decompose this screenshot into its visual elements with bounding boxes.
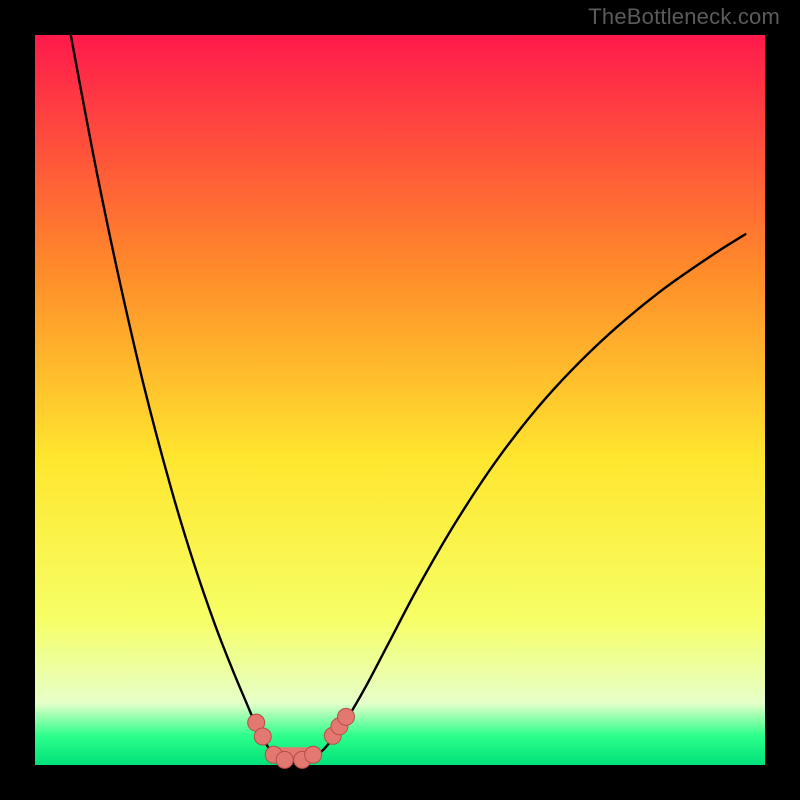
curve-marker-1	[254, 728, 271, 745]
plot-gradient-background	[35, 35, 765, 765]
curve-marker-3	[276, 751, 293, 768]
watermark-text: TheBottleneck.com	[588, 4, 780, 30]
bottleneck-chart-stage: { "watermark": "TheBottleneck.com", "col…	[0, 0, 800, 800]
curve-marker-8	[337, 708, 354, 725]
bottleneck-chart	[0, 0, 800, 800]
curve-marker-5	[305, 746, 322, 763]
